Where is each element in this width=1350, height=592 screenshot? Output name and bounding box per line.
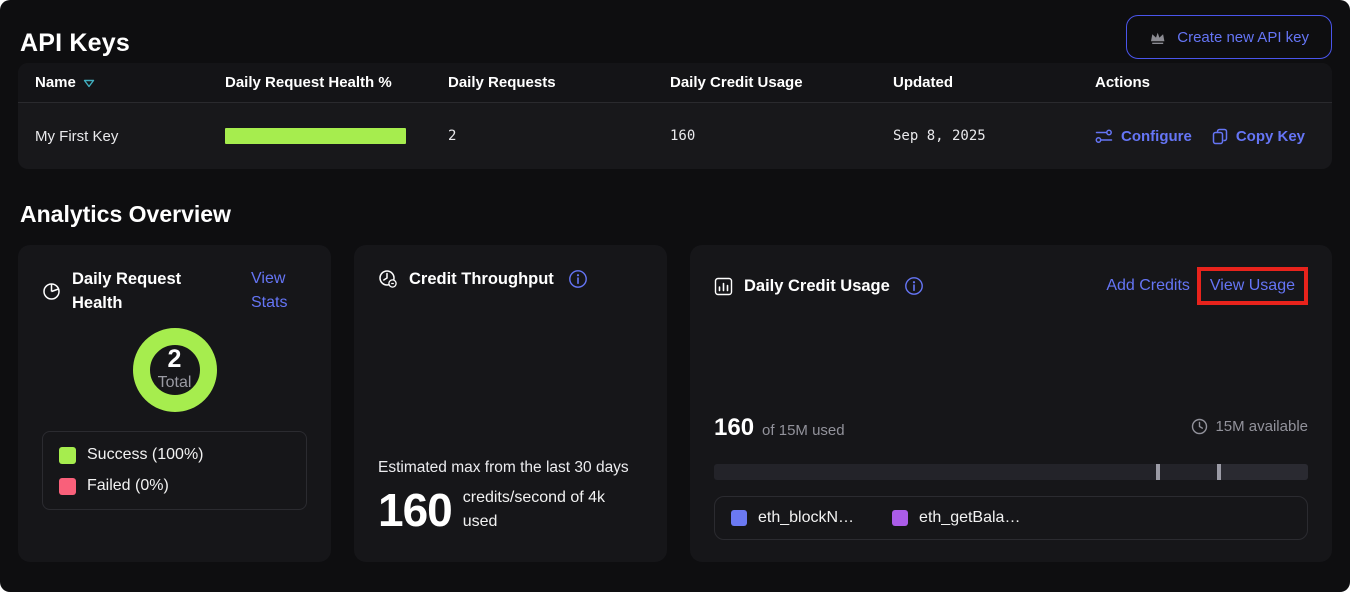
- page-title: API Keys: [20, 29, 130, 58]
- throughput-caption: Estimated max from the last 30 days: [378, 459, 643, 477]
- usage-card-header: Daily Credit Usage Add Credits View Usag…: [714, 267, 1308, 305]
- daily-credit-usage-cell: 160: [670, 128, 893, 144]
- column-updated: Updated: [893, 74, 1095, 91]
- legend-item-success: Success (100%): [59, 446, 290, 464]
- red-annotation-box: View Usage: [1197, 267, 1308, 305]
- info-icon[interactable]: [568, 269, 588, 289]
- copy-key-label: Copy Key: [1236, 128, 1305, 145]
- legend-item-eth-getbalance: eth_getBala…: [892, 509, 1020, 527]
- eth-blocknumber-label: eth_blockN…: [758, 509, 854, 527]
- eth-blocknumber-swatch: [731, 510, 747, 526]
- column-daily-requests: Daily Requests: [448, 74, 670, 91]
- usage-stats-row: 160 of 15M used 15M available: [714, 414, 1308, 442]
- throughput-value: 160: [378, 485, 452, 535]
- throughput-unit: credits/second of 4k used: [463, 486, 613, 534]
- health-legend: Success (100%) Failed (0%): [42, 431, 307, 510]
- throughput-card-title: Credit Throughput: [409, 267, 554, 291]
- create-api-key-button[interactable]: Create new API key: [1126, 15, 1332, 59]
- usage-bar-marker-1: [1156, 464, 1160, 480]
- failed-swatch: [59, 478, 76, 495]
- configure-label: Configure: [1121, 128, 1192, 145]
- daily-request-health-card: Daily Request Health View Stats 2 Total …: [18, 245, 331, 562]
- eth-getbalance-swatch: [892, 510, 908, 526]
- donut-chart: 2 Total: [133, 328, 217, 412]
- dashboard-page: API Keys Create new API key Name Daily R…: [0, 0, 1350, 592]
- usage-of-label: of 15M used: [762, 422, 845, 439]
- create-api-key-label: Create new API key: [1177, 29, 1309, 46]
- analytics-overview-title: Analytics Overview: [20, 201, 1332, 228]
- table-header-row: Name Daily Request Health % Daily Reques…: [18, 63, 1332, 103]
- info-icon[interactable]: [904, 276, 924, 296]
- legend-item-failed: Failed (0%): [59, 477, 290, 495]
- key-name-cell: My First Key: [35, 128, 225, 145]
- usage-bar-tail-segment: [1217, 464, 1308, 480]
- eth-getbalance-label: eth_getBala…: [919, 509, 1020, 527]
- sort-desc-icon[interactable]: [83, 79, 95, 88]
- configure-link[interactable]: Configure: [1095, 128, 1192, 145]
- actions-cell: Configure Copy Key: [1095, 128, 1332, 145]
- success-label: Success (100%): [87, 446, 204, 464]
- usage-bar-marker-2: [1217, 464, 1221, 480]
- donut-chart-wrap: 2 Total: [42, 328, 307, 412]
- health-bar-cell: [225, 128, 448, 144]
- daily-credit-usage-card: Daily Credit Usage Add Credits View Usag…: [690, 245, 1332, 562]
- api-keys-table: Name Daily Request Health % Daily Reques…: [18, 63, 1332, 169]
- daily-requests-cell: 2: [448, 128, 670, 144]
- success-swatch: [59, 447, 76, 464]
- usage-card-title: Daily Credit Usage: [744, 274, 890, 298]
- copy-key-link[interactable]: Copy Key: [1212, 128, 1305, 145]
- column-name-label: Name: [35, 74, 76, 91]
- pie-chart-icon: [42, 282, 61, 301]
- column-actions: Actions: [1095, 74, 1332, 91]
- table-row: My First Key 2 160 Sep 8, 2025 Configure: [18, 103, 1332, 169]
- failed-label: Failed (0%): [87, 477, 169, 495]
- analytics-cards: Daily Request Health View Stats 2 Total …: [18, 245, 1332, 562]
- column-name: Name: [35, 74, 225, 91]
- usage-legend: eth_blockN… eth_getBala…: [714, 496, 1308, 540]
- health-bar-fill: [225, 128, 406, 144]
- crown-icon: [1149, 30, 1166, 45]
- health-card-header: Daily Request Health View Stats: [42, 267, 307, 315]
- view-stats-link[interactable]: View Stats: [251, 267, 307, 315]
- health-card-title: Daily Request Health: [72, 267, 200, 315]
- add-credits-link[interactable]: Add Credits: [1106, 274, 1190, 298]
- bar-chart-icon: [714, 277, 733, 296]
- copy-icon: [1212, 128, 1228, 145]
- available-label: 15M available: [1215, 418, 1308, 435]
- usage-card-links: Add Credits View Usage: [1106, 267, 1308, 305]
- column-health: Daily Request Health %: [225, 74, 448, 91]
- sliders-icon: [1095, 129, 1113, 144]
- usage-available: 15M available: [1191, 418, 1308, 435]
- donut-total-value: 2: [168, 346, 182, 372]
- page-header: API Keys Create new API key: [18, 0, 1332, 59]
- throughput-card-header: Credit Throughput: [378, 267, 643, 291]
- updated-cell: Sep 8, 2025: [893, 128, 1095, 144]
- gauge-icon: [378, 269, 398, 289]
- health-bar: [225, 128, 406, 144]
- credit-throughput-card: Credit Throughput Estimated max from the…: [354, 245, 667, 562]
- usage-value: 160: [714, 414, 754, 442]
- donut-total-label: Total: [158, 372, 192, 394]
- column-daily-credit-usage: Daily Credit Usage: [670, 74, 893, 91]
- usage-progress-bar: [714, 464, 1308, 480]
- throughput-value-row: 160 credits/second of 4k used: [378, 485, 643, 540]
- legend-item-eth-blocknumber: eth_blockN…: [731, 509, 854, 527]
- clock-icon: [1191, 418, 1208, 435]
- view-usage-link[interactable]: View Usage: [1210, 277, 1295, 294]
